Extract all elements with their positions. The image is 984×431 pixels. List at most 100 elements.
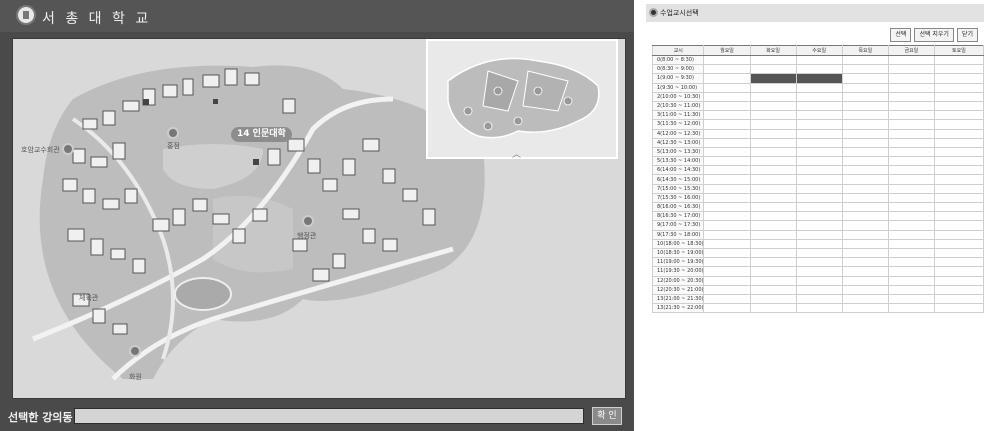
time-slot-cell[interactable] [841,165,889,176]
time-slot-cell[interactable] [795,119,843,130]
time-slot-cell[interactable] [749,73,797,84]
time-slot-cell[interactable] [887,146,935,158]
time-slot-cell[interactable] [703,100,751,112]
time-slot-cell[interactable] [933,211,984,222]
time-slot-cell[interactable] [841,91,889,102]
time-slot-cell[interactable] [933,275,984,286]
time-slot-cell[interactable] [703,174,751,185]
map-label[interactable]: 호암교수회관 [21,145,60,155]
time-slot-cell[interactable] [841,100,889,112]
time-slot-cell[interactable] [749,201,797,213]
time-slot-cell[interactable] [795,275,843,286]
time-slot-cell[interactable] [887,266,935,277]
select-button[interactable]: 선택 [890,28,912,42]
time-slot-cell[interactable] [749,247,797,259]
time-slot-cell[interactable] [933,54,984,66]
building-badge[interactable]: 14 인문대학 [231,127,292,142]
time-slot-cell[interactable] [749,119,797,130]
time-slot-cell[interactable] [933,284,984,295]
time-slot-cell[interactable] [703,128,751,139]
time-slot-cell[interactable] [887,211,935,222]
time-slot-cell[interactable] [887,54,935,66]
time-slot-cell[interactable] [749,238,797,249]
time-slot-cell[interactable] [933,91,984,102]
time-slot-cell[interactable] [933,100,984,112]
time-slot-cell[interactable] [841,174,889,185]
time-slot-cell[interactable] [841,303,889,314]
time-slot-cell[interactable] [887,156,935,167]
time-slot-cell[interactable] [887,128,935,139]
time-slot-cell[interactable] [933,64,984,75]
time-slot-cell[interactable] [795,192,843,204]
time-slot-cell[interactable] [841,192,889,204]
time-slot-cell[interactable] [933,201,984,213]
time-slot-cell[interactable] [795,100,843,112]
time-slot-cell[interactable] [933,156,984,167]
time-slot-cell[interactable] [749,174,797,185]
time-slot-cell[interactable] [887,275,935,286]
time-slot-cell[interactable] [887,284,935,295]
time-slot-cell[interactable] [703,284,751,295]
time-slot-cell[interactable] [841,54,889,66]
clear-selection-button[interactable]: 선택 지우기 [914,28,954,42]
time-slot-cell[interactable] [749,82,797,93]
time-slot-cell[interactable] [887,82,935,93]
time-slot-cell[interactable] [933,128,984,139]
time-slot-cell[interactable] [749,165,797,176]
time-slot-cell[interactable] [795,146,843,158]
time-slot-cell[interactable] [841,128,889,139]
time-slot-cell[interactable] [749,284,797,295]
time-slot-cell[interactable] [703,165,751,176]
time-slot-cell[interactable] [887,220,935,231]
time-slot-cell[interactable] [749,156,797,167]
time-slot-cell[interactable] [749,91,797,102]
map-pin-icon[interactable] [302,215,314,227]
time-slot-cell[interactable] [703,82,751,93]
map-label[interactable]: 화원 [129,372,142,382]
time-slot-cell[interactable] [795,183,843,194]
time-slot-cell[interactable] [841,238,889,249]
time-slot-cell[interactable] [933,137,984,148]
time-slot-cell[interactable] [749,137,797,148]
time-slot-cell[interactable] [887,183,935,194]
time-slot-cell[interactable] [795,220,843,231]
time-slot-cell[interactable] [703,156,751,167]
time-slot-cell[interactable] [703,293,751,305]
time-slot-cell[interactable] [795,211,843,222]
time-slot-cell[interactable] [933,238,984,249]
time-slot-cell[interactable] [795,266,843,277]
time-slot-cell[interactable] [887,192,935,204]
time-slot-cell[interactable] [795,64,843,75]
time-slot-cell[interactable] [887,303,935,314]
time-slot-cell[interactable] [841,146,889,158]
time-slot-cell[interactable] [933,110,984,121]
time-slot-cell[interactable] [933,257,984,268]
time-slot-cell[interactable] [841,64,889,75]
time-slot-cell[interactable] [795,165,843,176]
time-slot-cell[interactable] [841,82,889,93]
time-slot-cell[interactable] [749,110,797,121]
time-slot-cell[interactable] [795,174,843,185]
time-slot-cell[interactable] [749,303,797,314]
time-slot-cell[interactable] [749,128,797,139]
time-slot-cell[interactable] [749,183,797,194]
close-button[interactable]: 닫기 [956,28,978,42]
confirm-button[interactable]: 확 인 [592,407,622,425]
time-slot-cell[interactable] [795,128,843,139]
time-slot-cell[interactable] [749,293,797,305]
time-slot-cell[interactable] [703,247,751,259]
time-slot-cell[interactable] [887,73,935,84]
time-slot-cell[interactable] [795,303,843,314]
time-slot-cell[interactable] [749,54,797,66]
time-slot-cell[interactable] [749,275,797,286]
time-slot-cell[interactable] [933,183,984,194]
time-slot-cell[interactable] [749,192,797,204]
time-slot-cell[interactable] [841,266,889,277]
time-slot-cell[interactable] [887,229,935,240]
time-slot-cell[interactable] [841,156,889,167]
time-slot-cell[interactable] [933,146,984,158]
time-slot-cell[interactable] [749,64,797,75]
time-slot-cell[interactable] [841,257,889,268]
time-slot-cell[interactable] [795,73,843,84]
time-slot-cell[interactable] [841,119,889,130]
